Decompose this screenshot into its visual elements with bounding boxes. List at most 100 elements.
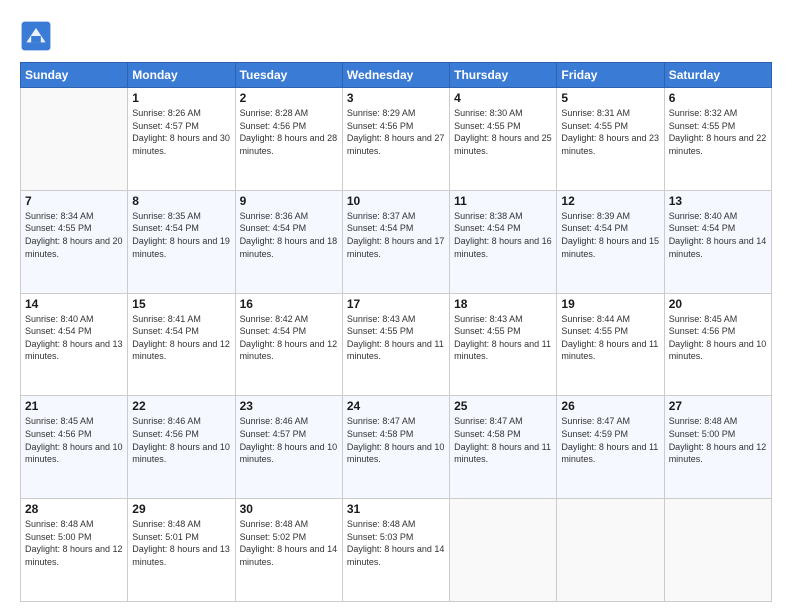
day-info: Sunrise: 8:40 AMSunset: 4:54 PMDaylight:… — [669, 210, 767, 260]
day-info: Sunrise: 8:47 AMSunset: 4:58 PMDaylight:… — [347, 415, 445, 465]
day-info: Sunrise: 8:46 AMSunset: 4:56 PMDaylight:… — [132, 415, 230, 465]
calendar-header-sunday: Sunday — [21, 63, 128, 88]
calendar-cell: 28 Sunrise: 8:48 AMSunset: 5:00 PMDayligh… — [21, 499, 128, 602]
calendar-header-thursday: Thursday — [450, 63, 557, 88]
day-info: Sunrise: 8:45 AMSunset: 4:56 PMDaylight:… — [25, 415, 123, 465]
calendar-cell: 25 Sunrise: 8:47 AMSunset: 4:58 PMDayligh… — [450, 396, 557, 499]
day-number: 14 — [25, 297, 123, 311]
day-number: 9 — [240, 194, 338, 208]
day-number: 31 — [347, 502, 445, 516]
calendar-cell: 23Sunrise: 8:46 AMSunset: 4:57 PMDayligh… — [235, 396, 342, 499]
calendar-cell: 16 Sunrise: 8:42 AMSunset: 4:54 PMDayligh… — [235, 293, 342, 396]
day-number: 6 — [669, 91, 767, 105]
day-number: 17 — [347, 297, 445, 311]
calendar-header-friday: Friday — [557, 63, 664, 88]
day-info: Sunrise: 8:32 AMSunset: 4:55 PMDaylight:… — [669, 107, 767, 157]
day-info: Sunrise: 8:26 AMSunset: 4:57 PMDaylight:… — [132, 107, 230, 157]
day-info: Sunrise: 8:30 AMSunset: 4:55 PMDaylight:… — [454, 107, 552, 157]
day-number: 29 — [132, 502, 230, 516]
day-number: 1 — [132, 91, 230, 105]
day-info: Sunrise: 8:28 AMSunset: 4:56 PMDaylight:… — [240, 107, 338, 157]
calendar-cell: 26 Sunrise: 8:47 AMSunset: 4:59 PMDayligh… — [557, 396, 664, 499]
day-number: 7 — [25, 194, 123, 208]
page: SundayMondayTuesdayWednesdayThursdayFrid… — [0, 0, 792, 612]
day-info: Sunrise: 8:47 AMSunset: 4:58 PMDaylight:… — [454, 415, 552, 465]
week-row-5: 28 Sunrise: 8:48 AMSunset: 5:00 PMDayligh… — [21, 499, 772, 602]
day-number: 11 — [454, 194, 552, 208]
calendar-cell: 17 Sunrise: 8:43 AMSunset: 4:55 PMDayligh… — [342, 293, 449, 396]
calendar-header-wednesday: Wednesday — [342, 63, 449, 88]
calendar-cell — [664, 499, 771, 602]
header — [20, 20, 772, 52]
day-number: 25 — [454, 399, 552, 413]
calendar-cell: 29 Sunrise: 8:48 AMSunset: 5:01 PMDayligh… — [128, 499, 235, 602]
day-info: Sunrise: 8:35 AMSunset: 4:54 PMDaylight:… — [132, 210, 230, 260]
day-info: Sunrise: 8:36 AMSunset: 4:54 PMDaylight:… — [240, 210, 338, 260]
calendar-cell: 11 Sunrise: 8:38 AMSunset: 4:54 PMDayligh… — [450, 190, 557, 293]
day-number: 26 — [561, 399, 659, 413]
calendar-cell: 6 Sunrise: 8:32 AMSunset: 4:55 PMDaylight… — [664, 88, 771, 191]
week-row-3: 14Sunrise: 8:40 AMSunset: 4:54 PMDayligh… — [21, 293, 772, 396]
day-number: 5 — [561, 91, 659, 105]
calendar-cell: 24 Sunrise: 8:47 AMSunset: 4:58 PMDayligh… — [342, 396, 449, 499]
day-info: Sunrise: 8:45 AMSunset: 4:56 PMDaylight:… — [669, 313, 767, 363]
calendar-cell: 14Sunrise: 8:40 AMSunset: 4:54 PMDayligh… — [21, 293, 128, 396]
day-number: 24 — [347, 399, 445, 413]
week-row-1: 1 Sunrise: 8:26 AMSunset: 4:57 PMDaylight… — [21, 88, 772, 191]
day-number: 27 — [669, 399, 767, 413]
calendar-cell: 8 Sunrise: 8:35 AMSunset: 4:54 PMDaylight… — [128, 190, 235, 293]
day-number: 10 — [347, 194, 445, 208]
day-info: Sunrise: 8:48 AMSunset: 5:02 PMDaylight:… — [240, 518, 338, 568]
day-info: Sunrise: 8:43 AMSunset: 4:55 PMDaylight:… — [454, 313, 552, 363]
day-info: Sunrise: 8:29 AMSunset: 4:56 PMDaylight:… — [347, 107, 445, 157]
week-row-4: 21 Sunrise: 8:45 AMSunset: 4:56 PMDayligh… — [21, 396, 772, 499]
day-number: 22 — [132, 399, 230, 413]
calendar-cell: 13 Sunrise: 8:40 AMSunset: 4:54 PMDayligh… — [664, 190, 771, 293]
calendar-header-saturday: Saturday — [664, 63, 771, 88]
calendar-cell: 20 Sunrise: 8:45 AMSunset: 4:56 PMDayligh… — [664, 293, 771, 396]
day-info: Sunrise: 8:41 AMSunset: 4:54 PMDaylight:… — [132, 313, 230, 363]
day-number: 2 — [240, 91, 338, 105]
day-number: 8 — [132, 194, 230, 208]
day-number: 21 — [25, 399, 123, 413]
calendar-cell: 31 Sunrise: 8:48 AMSunset: 5:03 PMDayligh… — [342, 499, 449, 602]
calendar-cell: 9 Sunrise: 8:36 AMSunset: 4:54 PMDaylight… — [235, 190, 342, 293]
calendar-cell: 18Sunrise: 8:43 AMSunset: 4:55 PMDayligh… — [450, 293, 557, 396]
day-info: Sunrise: 8:37 AMSunset: 4:54 PMDaylight:… — [347, 210, 445, 260]
day-info: Sunrise: 8:48 AMSunset: 5:01 PMDaylight:… — [132, 518, 230, 568]
day-number: 3 — [347, 91, 445, 105]
calendar-header-tuesday: Tuesday — [235, 63, 342, 88]
day-number: 16 — [240, 297, 338, 311]
calendar-cell: 3 Sunrise: 8:29 AMSunset: 4:56 PMDaylight… — [342, 88, 449, 191]
day-info: Sunrise: 8:46 AMSunset: 4:57 PMDaylight:… — [240, 415, 338, 465]
calendar-cell: 7Sunrise: 8:34 AMSunset: 4:55 PMDaylight… — [21, 190, 128, 293]
calendar-table: SundayMondayTuesdayWednesdayThursdayFrid… — [20, 62, 772, 602]
day-info: Sunrise: 8:39 AMSunset: 4:54 PMDaylight:… — [561, 210, 659, 260]
calendar-cell: 2 Sunrise: 8:28 AMSunset: 4:56 PMDaylight… — [235, 88, 342, 191]
day-info: Sunrise: 8:48 AMSunset: 5:00 PMDaylight:… — [25, 518, 123, 568]
calendar-cell: 21 Sunrise: 8:45 AMSunset: 4:56 PMDayligh… — [21, 396, 128, 499]
day-info: Sunrise: 8:48 AMSunset: 5:00 PMDaylight:… — [669, 415, 767, 465]
day-number: 19 — [561, 297, 659, 311]
calendar-cell: 15 Sunrise: 8:41 AMSunset: 4:54 PMDayligh… — [128, 293, 235, 396]
logo — [20, 20, 58, 52]
day-info: Sunrise: 8:31 AMSunset: 4:55 PMDaylight:… — [561, 107, 659, 157]
calendar-cell: 4 Sunrise: 8:30 AMSunset: 4:55 PMDaylight… — [450, 88, 557, 191]
calendar-cell: 5 Sunrise: 8:31 AMSunset: 4:55 PMDaylight… — [557, 88, 664, 191]
calendar-cell — [557, 499, 664, 602]
day-info: Sunrise: 8:42 AMSunset: 4:54 PMDaylight:… — [240, 313, 338, 363]
calendar-cell: 12Sunrise: 8:39 AMSunset: 4:54 PMDayligh… — [557, 190, 664, 293]
calendar-header-row: SundayMondayTuesdayWednesdayThursdayFrid… — [21, 63, 772, 88]
calendar-cell — [450, 499, 557, 602]
day-info: Sunrise: 8:44 AMSunset: 4:55 PMDaylight:… — [561, 313, 659, 363]
day-number: 15 — [132, 297, 230, 311]
day-info: Sunrise: 8:47 AMSunset: 4:59 PMDaylight:… — [561, 415, 659, 465]
day-info: Sunrise: 8:48 AMSunset: 5:03 PMDaylight:… — [347, 518, 445, 568]
day-number: 13 — [669, 194, 767, 208]
day-info: Sunrise: 8:43 AMSunset: 4:55 PMDaylight:… — [347, 313, 445, 363]
day-number: 28 — [25, 502, 123, 516]
day-number: 30 — [240, 502, 338, 516]
day-number: 4 — [454, 91, 552, 105]
day-number: 20 — [669, 297, 767, 311]
day-info: Sunrise: 8:38 AMSunset: 4:54 PMDaylight:… — [454, 210, 552, 260]
